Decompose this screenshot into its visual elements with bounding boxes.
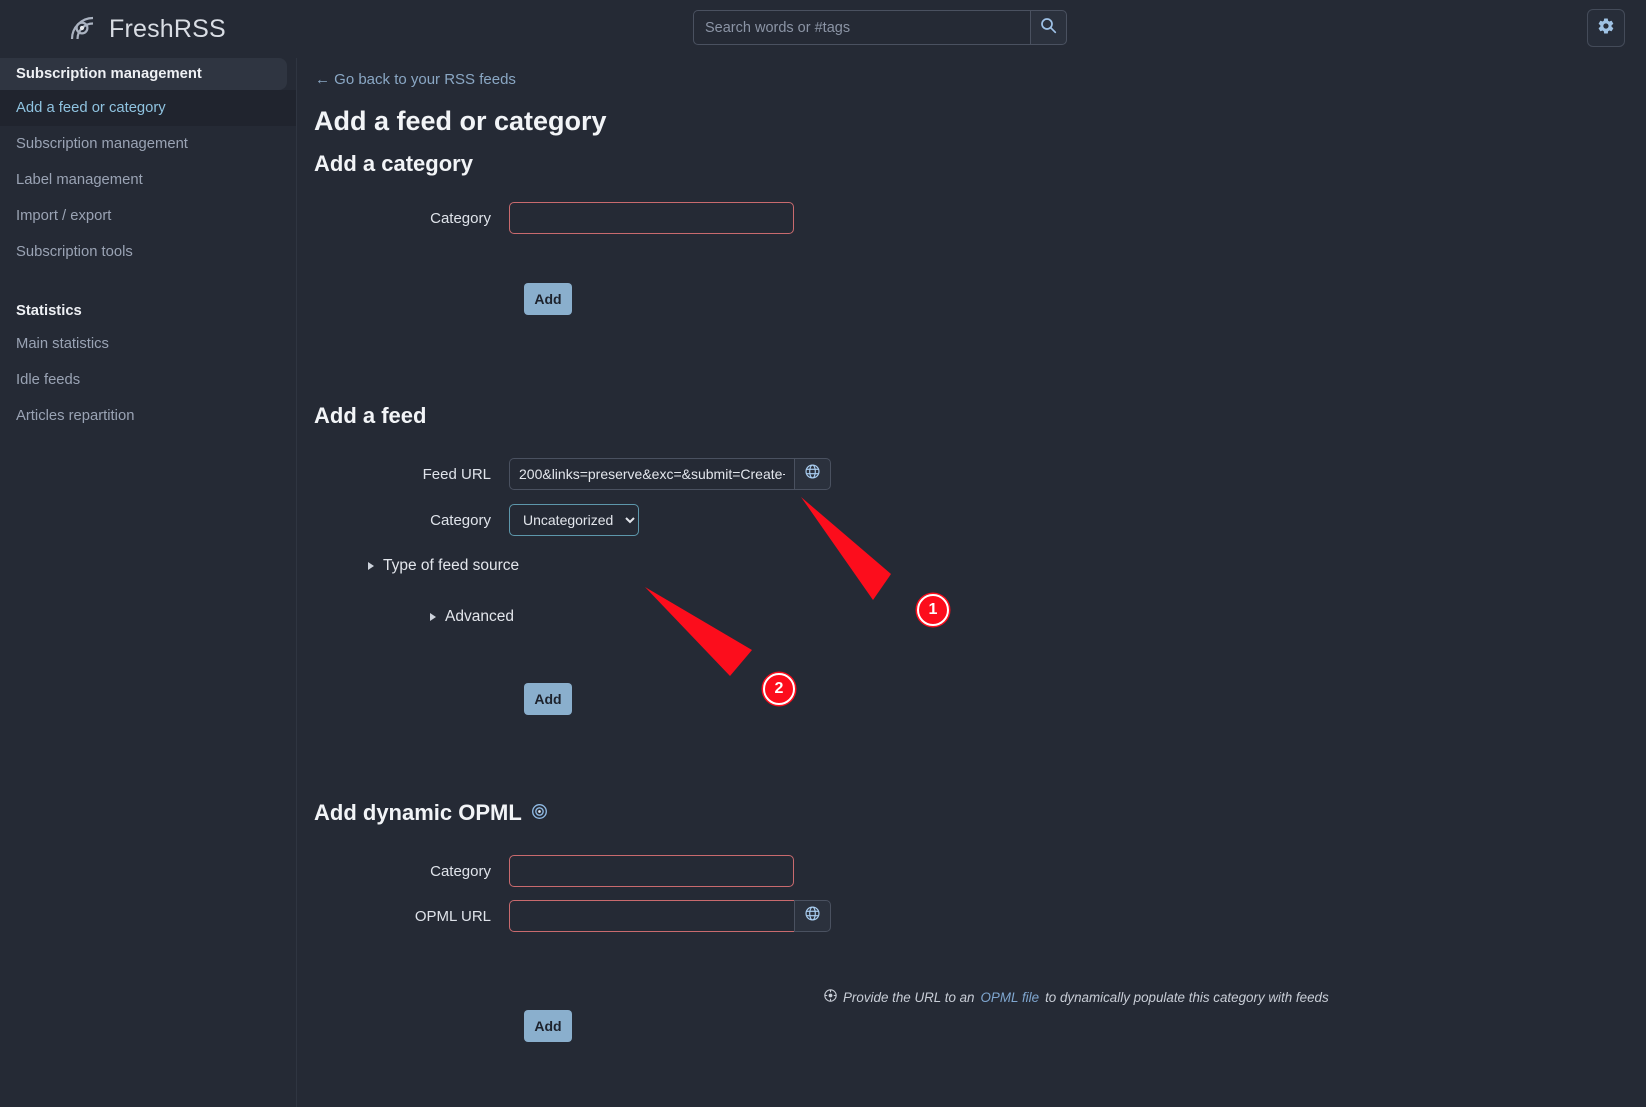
add-opml-button[interactable]: Add: [524, 1010, 572, 1042]
advanced-label: Advanced: [445, 608, 514, 625]
search-button[interactable]: [1030, 10, 1067, 45]
sidebar-group-statistics: Statistics: [16, 303, 82, 319]
type-of-feed-source-label: Type of feed source: [383, 557, 520, 574]
add-category-button[interactable]: Add: [524, 283, 572, 315]
sidebar-item-import-export[interactable]: Import / export: [0, 198, 296, 234]
sidebar-item-label: Subscription management: [16, 136, 188, 152]
sidebar-item-label: Idle feeds: [16, 372, 81, 388]
opml-target-icon: [531, 800, 548, 826]
opml-url-hint: Provide the URL to an OPML file to dynam…: [824, 989, 1329, 1005]
sidebar-item-label: Label management: [16, 172, 143, 188]
add-category-row: Category: [314, 202, 794, 234]
brand-name: FreshRSS: [109, 14, 226, 43]
sidebar-section-title: Subscription management: [0, 58, 287, 90]
add-dynamic-opml-title: Add dynamic OPML: [314, 800, 522, 825]
category-input[interactable]: [509, 202, 794, 234]
freshrss-logo-icon: [68, 14, 98, 44]
sidebar-item-subscription-tools[interactable]: Subscription tools: [0, 234, 296, 270]
feed-category-row: Category Uncategorized: [314, 504, 639, 536]
opml-url-label: OPML URL: [414, 907, 491, 925]
globe-icon: [804, 463, 821, 485]
sidebar-item-articles-repartition[interactable]: Articles repartition: [0, 398, 296, 434]
search-input[interactable]: [693, 10, 1030, 45]
opml-url-lookup-button[interactable]: [794, 900, 831, 932]
opml-hint-suffix: to dynamically populate this category wi…: [1045, 989, 1329, 1005]
sidebar-item-label: Main statistics: [16, 336, 109, 352]
advanced-toggle[interactable]: Advanced: [430, 608, 514, 626]
opml-category-row: Category: [314, 855, 794, 887]
sidebar-item-idle-feeds[interactable]: Idle feeds: [0, 362, 296, 398]
sidebar: Subscription management Add a feed or ca…: [0, 58, 297, 1107]
sidebar-item-subscription-management[interactable]: Subscription management: [0, 126, 296, 162]
search-icon: [1040, 17, 1057, 39]
sidebar-item-label-management[interactable]: Label management: [0, 162, 296, 198]
feed-url-input[interactable]: [509, 458, 794, 490]
gear-icon: [1597, 17, 1615, 40]
chevron-right-icon: [430, 613, 436, 621]
type-of-feed-source-toggle[interactable]: Type of feed source: [368, 557, 519, 575]
sidebar-item-main-statistics[interactable]: Main statistics: [0, 326, 296, 362]
brand: FreshRSS: [68, 8, 226, 50]
feed-url-label: Feed URL: [422, 465, 491, 483]
app-header: FreshRSS: [0, 0, 1646, 58]
go-back-link[interactable]: ← Go back to your RSS feeds: [315, 71, 516, 88]
opml-url-row: OPML URL: [314, 900, 831, 932]
feed-category-label: Category: [430, 511, 491, 529]
add-feed-heading: Add a feed: [314, 403, 427, 428]
sidebar-item-label: Import / export: [16, 208, 112, 224]
chevron-right-icon: [368, 562, 374, 570]
add-feed-button[interactable]: Add: [524, 683, 572, 715]
page-title: Add a feed or category: [314, 106, 607, 136]
opml-url-input[interactable]: [509, 900, 794, 932]
add-category-heading: Add a category: [314, 151, 473, 176]
sidebar-item-add-feed-or-category[interactable]: Add a feed or category: [0, 90, 296, 126]
feed-url-lookup-button[interactable]: [794, 458, 831, 490]
add-dynamic-opml-heading: Add dynamic OPML: [314, 800, 548, 826]
feed-category-select[interactable]: Uncategorized: [509, 504, 639, 536]
globe-icon: [804, 905, 821, 927]
search-bar: [693, 10, 1067, 45]
opml-hint-prefix: Provide the URL to an: [843, 989, 975, 1005]
sidebar-item-label: Subscription tools: [16, 244, 133, 260]
sidebar-item-label: Articles repartition: [16, 408, 135, 424]
opml-file-link[interactable]: OPML file: [981, 990, 1040, 1005]
settings-button[interactable]: [1587, 9, 1625, 47]
opml-category-input[interactable]: [509, 855, 794, 887]
main-content: ← Go back to your RSS feeds Add a feed o…: [297, 58, 1646, 1107]
category-label: Category: [430, 209, 491, 227]
sidebar-item-label: Add a feed or category: [16, 100, 166, 116]
feed-url-row: Feed URL: [314, 458, 831, 490]
info-circle-icon: [824, 989, 837, 1005]
opml-category-label: Category: [430, 862, 491, 880]
